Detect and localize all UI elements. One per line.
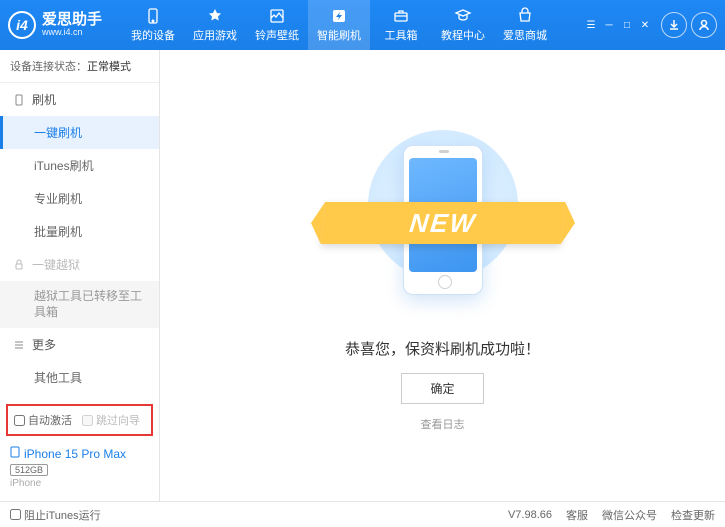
download-button[interactable] [661,12,687,38]
nav-apps-games[interactable]: 应用游戏 [184,0,246,50]
phone-icon [12,93,26,107]
close-button[interactable]: ✕ [637,18,653,32]
sidebar-item-one-click-flash[interactable]: 一键刷机 [0,116,159,149]
nav-smart-flash[interactable]: 智能刷机 [308,0,370,50]
device-status: 设备连接状态：正常模式 [0,50,159,83]
minimize-button[interactable]: ─ [601,18,617,32]
view-log-link[interactable]: 查看日志 [421,416,465,432]
checkbox-skip-setup[interactable]: 跳过向导 [82,412,140,428]
sidebar-section-flash[interactable]: 刷机 [0,83,159,116]
new-banner: NEW [320,202,564,244]
device-icon [144,7,162,25]
device-storage-badge: 512GB [10,464,48,476]
device-type: iPhone [10,478,149,489]
lock-icon [12,258,26,272]
success-message: 恭喜您，保资料刷机成功啦！ [345,338,540,359]
sidebar-item-itunes-flash[interactable]: iTunes刷机 [0,149,159,182]
header-right: ☰ ─ □ ✕ [583,12,717,38]
device-phone-icon [10,446,20,461]
toolbox-icon [392,7,410,25]
logo-icon: i4 [8,11,36,39]
app-header: i4 爱思助手 www.i4.cn 我的设备 应用游戏 铃声壁纸 智能刷机 工具… [0,0,725,50]
checkbox-auto-activate[interactable]: 自动激活 [14,412,72,428]
user-button[interactable] [691,12,717,38]
footer-link-wechat[interactable]: 微信公众号 [602,507,657,523]
app-title: 爱思助手 [42,12,102,29]
menu-icon[interactable]: ☰ [583,18,599,32]
options-box: 自动激活 跳过向导 [6,404,153,436]
footer: 阻止iTunes运行 V7.98.66 客服 微信公众号 检查更新 [0,501,725,527]
sidebar-item-batch-flash[interactable]: 批量刷机 [0,215,159,248]
flash-icon [330,7,348,25]
maximize-button[interactable]: □ [619,18,635,32]
sidebar-item-other-tools[interactable]: 其他工具 [0,361,159,394]
top-nav: 我的设备 应用游戏 铃声壁纸 智能刷机 工具箱 教程中心 爱思商城 [122,0,583,50]
nav-toolbox[interactable]: 工具箱 [370,0,432,50]
sidebar: 设备连接状态：正常模式 刷机 一键刷机 iTunes刷机 专业刷机 批量刷机 一… [0,50,160,501]
sidebar-item-pro-flash[interactable]: 专业刷机 [0,182,159,215]
tutorial-icon [454,7,472,25]
nav-my-device[interactable]: 我的设备 [122,0,184,50]
ringtone-icon [268,7,286,25]
ok-button[interactable]: 确定 [401,373,483,404]
apps-icon [206,7,224,25]
store-icon [516,7,534,25]
checkbox-block-itunes[interactable]: 阻止iTunes运行 [10,507,101,523]
more-icon [12,338,26,352]
sidebar-section-jailbreak[interactable]: 一键越狱 [0,248,159,281]
footer-link-support[interactable]: 客服 [566,507,588,523]
nav-store[interactable]: 爱思商城 [494,0,556,50]
app-logo: i4 爱思助手 www.i4.cn [8,11,102,39]
sidebar-item-jailbreak-note: 越狱工具已转移至工具箱 [0,281,159,328]
main-content: NEW 恭喜您，保资料刷机成功啦！ 确定 查看日志 [160,50,725,501]
nav-ringtone-wallpaper[interactable]: 铃声壁纸 [246,0,308,50]
version-text: V7.98.66 [508,509,552,521]
sidebar-section-more[interactable]: 更多 [0,328,159,361]
device-info[interactable]: iPhone 15 Pro Max 512GB iPhone [0,440,159,495]
success-illustration: NEW [348,120,538,320]
footer-link-check-update[interactable]: 检查更新 [671,507,715,523]
app-url: www.i4.cn [42,28,102,38]
nav-tutorials[interactable]: 教程中心 [432,0,494,50]
